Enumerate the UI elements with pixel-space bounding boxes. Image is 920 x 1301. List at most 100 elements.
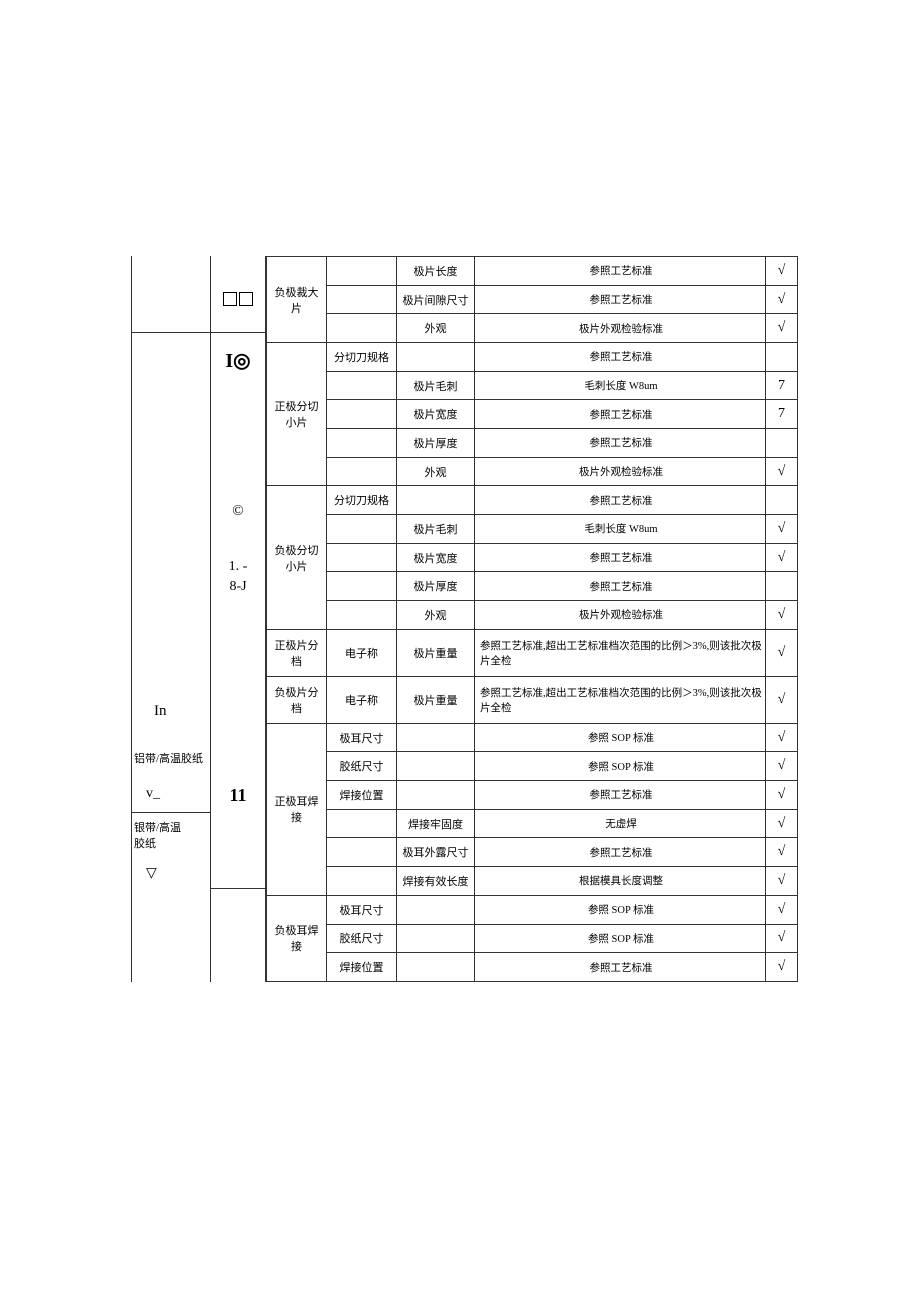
col7-cell: [766, 486, 798, 515]
col6-cell: 参照工艺标准: [475, 543, 766, 572]
col4-cell: 电子称: [327, 676, 397, 723]
col7-cell: √: [766, 838, 798, 867]
symbol-8j: 8-J: [229, 579, 246, 595]
table-row: 正极耳焊接极耳尺寸参照 SOP 标准√: [267, 723, 798, 752]
col4-cell: [327, 400, 397, 429]
table-row: 负极片分档电子称极片重量参照工艺标准,超出工艺标准档次范围的比例＞3%,则该批次…: [267, 676, 798, 723]
col6-cell: 参照工艺标准: [475, 838, 766, 867]
table-row: 极片厚度参照工艺标准: [267, 572, 798, 601]
symbol-squares: [222, 277, 254, 311]
col4-cell: [327, 285, 397, 314]
col6-cell: 毛刺长度 W8um: [475, 371, 766, 400]
col6-cell: 极片外观检验标准: [475, 457, 766, 486]
col5-cell: [397, 343, 475, 372]
col4-cell: 胶纸尺寸: [327, 752, 397, 781]
col5-cell: 外观: [397, 314, 475, 343]
col6-cell: 参照工艺标准: [475, 257, 766, 286]
table-row: 焊接有效长度根据模具长度调整√: [267, 867, 798, 896]
col6-cell: 参照工艺标准: [475, 572, 766, 601]
col6-cell: 参照工艺标准: [475, 343, 766, 372]
left-text-nabla: ▽: [134, 865, 208, 882]
table-row: 负极分切 小片分切刀规格参照工艺标准: [267, 486, 798, 515]
col5-cell: [397, 895, 475, 924]
col5-cell: [397, 924, 475, 953]
col6-cell: 参照工艺标准: [475, 781, 766, 810]
symbol-column: I◎ © 1. - 8-J 11: [211, 256, 266, 982]
process-cell: 负极裁大片: [267, 257, 327, 343]
process-cell: 正极耳焊接: [267, 723, 327, 895]
col7-cell: √: [766, 924, 798, 953]
col7-cell: [766, 429, 798, 458]
col7-cell: [766, 572, 798, 601]
col5-cell: 极耳外露尺寸: [397, 838, 475, 867]
symbol-11: 11: [229, 785, 246, 806]
col6-cell: 参照 SOP 标准: [475, 752, 766, 781]
col6-cell: 毛刺长度 W8um: [475, 515, 766, 544]
process-cell: 正极片分档: [267, 629, 327, 676]
col5-cell: 极片间隙尺寸: [397, 285, 475, 314]
col6-cell: 极片外观检验标准: [475, 601, 766, 630]
col7-cell: √: [766, 781, 798, 810]
table-row: 外观极片外观检验标准√: [267, 314, 798, 343]
col6-cell: 参照工艺标准: [475, 429, 766, 458]
col4-cell: 焊接位置: [327, 953, 397, 982]
col4-cell: 胶纸尺寸: [327, 924, 397, 953]
col5-cell: 外观: [397, 601, 475, 630]
process-cell: 负极片分档: [267, 676, 327, 723]
col7-cell: 7: [766, 400, 798, 429]
col4-cell: [327, 809, 397, 838]
col7-cell: √: [766, 953, 798, 982]
col5-cell: 极片厚度: [397, 572, 475, 601]
symbol-io: I◎: [225, 348, 250, 373]
col7-cell: √: [766, 629, 798, 676]
col5-cell: 焊接牢固度: [397, 809, 475, 838]
table-row: 焊接牢固度无虚焊√: [267, 809, 798, 838]
col6-cell: 参照 SOP 标准: [475, 895, 766, 924]
table-row: 极片间隙尺寸参照工艺标准√: [267, 285, 798, 314]
col5-cell: [397, 953, 475, 982]
col7-cell: √: [766, 314, 798, 343]
col6-cell: 参照工艺标准: [475, 400, 766, 429]
col4-cell: [327, 457, 397, 486]
table-row: 极片宽度参照工艺标准7: [267, 400, 798, 429]
col4-cell: 焊接位置: [327, 781, 397, 810]
col7-cell: √: [766, 457, 798, 486]
col6-cell: 极片外观检验标准: [475, 314, 766, 343]
col5-cell: 极片宽度: [397, 400, 475, 429]
col4-cell: 极耳尺寸: [327, 723, 397, 752]
table-row: 负极耳焊接极耳尺寸参照 SOP 标准√: [267, 895, 798, 924]
table-row: 极片毛刺毛刺长度 W8um√: [267, 515, 798, 544]
col6-cell: 根据模具长度调整: [475, 867, 766, 896]
col6-cell: 参照工艺标准,超出工艺标准档次范围的比例＞3%,则该批次极片全检: [475, 676, 766, 723]
table-row: 正极分切 小片分切刀规格参照工艺标准: [267, 343, 798, 372]
col7-cell: √: [766, 543, 798, 572]
col5-cell: [397, 781, 475, 810]
col7-cell: √: [766, 601, 798, 630]
table-row: 外观极片外观检验标准√: [267, 457, 798, 486]
process-cell: 正极分切 小片: [267, 343, 327, 486]
col5-cell: 极片毛刺: [397, 515, 475, 544]
col4-cell: 分切刀规格: [327, 486, 397, 515]
col7-cell: √: [766, 867, 798, 896]
table-row: 正极片分档电子称极片重量参照工艺标准,超出工艺标准档次范围的比例＞3%,则该批次…: [267, 629, 798, 676]
left-text-v: v_: [134, 786, 208, 802]
table-row: 极片厚度参照工艺标准: [267, 429, 798, 458]
col5-cell: [397, 486, 475, 515]
table-row: 焊接位置 参照工艺标准√: [267, 781, 798, 810]
col6-cell: 无虚焊: [475, 809, 766, 838]
table-row: 外观极片外观检验标准√: [267, 601, 798, 630]
col5-cell: 极片毛刺: [397, 371, 475, 400]
table-row: 极片毛刺毛刺长度 W8um7: [267, 371, 798, 400]
col6-cell: 参照 SOP 标准: [475, 924, 766, 953]
col4-cell: [327, 601, 397, 630]
left-text-mat2: 铝带/高温胶纸: [134, 750, 208, 766]
col4-cell: 分切刀规格: [327, 343, 397, 372]
col5-cell: 极片宽度: [397, 543, 475, 572]
main-table: 负极裁大片极片长度参照工艺标准√极片间隙尺寸参照工艺标准√外观极片外观检验标准√…: [266, 256, 798, 982]
process-cell: 负极耳焊接: [267, 895, 327, 981]
table-row: 胶纸尺寸 参照 SOP 标准√: [267, 924, 798, 953]
col4-cell: [327, 257, 397, 286]
col5-cell: 极片重量: [397, 629, 475, 676]
col5-cell: 焊接有效长度: [397, 867, 475, 896]
col5-cell: 极片长度: [397, 257, 475, 286]
